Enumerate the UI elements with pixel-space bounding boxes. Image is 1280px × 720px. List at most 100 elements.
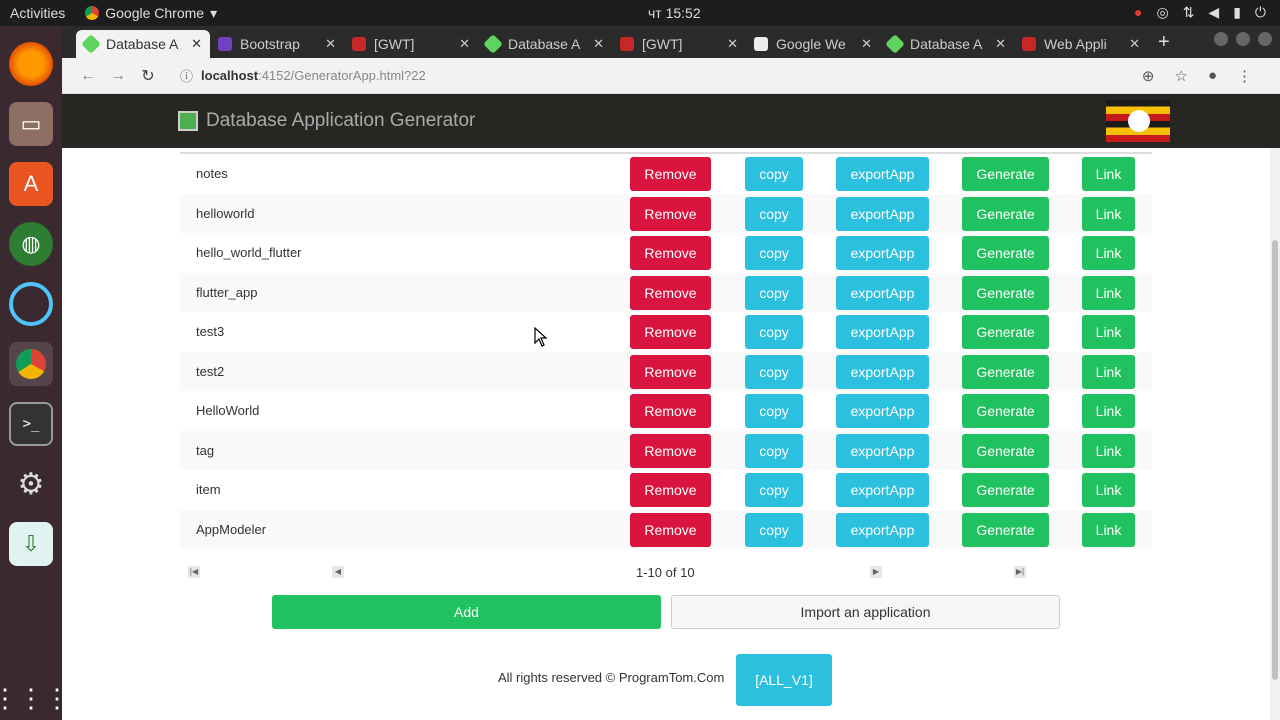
power-icon[interactable]: ⏻	[1255, 4, 1266, 21]
browser-tab[interactable]: [GWT] ✕	[344, 30, 478, 58]
browser-tab[interactable]: Web Appli ✕	[1014, 30, 1148, 58]
app-menu[interactable]: Google Chrome ▾	[85, 5, 217, 22]
system-tray[interactable]: ● ◎ ⇅ ◀ ▮ ⏻	[1134, 4, 1266, 21]
browser-tab[interactable]: Database A ✕	[478, 30, 612, 58]
close-icon[interactable]: ✕	[727, 36, 738, 52]
link-button[interactable]: Link	[1082, 236, 1135, 270]
close-icon[interactable]: ✕	[1129, 36, 1140, 52]
browser-tab[interactable]: Database A ✕	[880, 30, 1014, 58]
generate-button[interactable]: Generate	[962, 354, 1049, 389]
link-button[interactable]: Link	[1082, 512, 1135, 547]
link-button[interactable]: Link	[1082, 315, 1135, 349]
chrome-dock-icon[interactable]	[9, 342, 53, 386]
copy-button[interactable]: copy	[745, 196, 803, 231]
export-app-button[interactable]: exportApp	[836, 473, 929, 507]
firefox-icon[interactable]	[9, 42, 53, 86]
close-icon[interactable]: ✕	[995, 36, 1006, 52]
volume-icon[interactable]: ◀	[1208, 4, 1219, 21]
zoom-icon[interactable]: ⊕	[1142, 67, 1155, 85]
import-application-button[interactable]: Import an application	[671, 595, 1060, 629]
link-button[interactable]: Link	[1082, 354, 1135, 389]
export-app-button[interactable]: exportApp	[836, 236, 929, 270]
link-button[interactable]: Link	[1082, 196, 1135, 231]
export-app-button[interactable]: exportApp	[836, 315, 929, 349]
export-app-button[interactable]: exportApp	[836, 354, 929, 389]
close-icon[interactable]: ✕	[191, 36, 202, 52]
remove-button[interactable]: Remove	[630, 473, 711, 507]
maximize-icon[interactable]	[1236, 32, 1250, 46]
record-icon[interactable]: ●	[1134, 4, 1142, 21]
address-bar[interactable]: ⓘ localhost :4152/GeneratorApp.html?22	[180, 66, 426, 85]
close-icon[interactable]: ✕	[325, 36, 336, 52]
browser-tab[interactable]: [GWT] ✕	[612, 30, 746, 58]
link-button[interactable]: Link	[1082, 433, 1135, 468]
link-button[interactable]: Link	[1082, 157, 1135, 191]
close-icon[interactable]: ✕	[459, 36, 470, 52]
add-button[interactable]: Add	[272, 595, 661, 629]
copy-button[interactable]: copy	[745, 433, 803, 468]
settings-gear-icon[interactable]: ⚙	[9, 462, 53, 506]
remove-button[interactable]: Remove	[630, 275, 711, 310]
flag-icon[interactable]	[1106, 100, 1170, 142]
activities-button[interactable]: Activities	[10, 5, 65, 21]
copy-button[interactable]: copy	[745, 275, 803, 310]
remove-button[interactable]: Remove	[630, 354, 711, 389]
copy-button[interactable]: copy	[745, 157, 803, 191]
remove-button[interactable]: Remove	[630, 512, 711, 547]
close-window-icon[interactable]	[1258, 32, 1272, 46]
show-apps-icon[interactable]: ⋮⋮⋮	[0, 676, 70, 720]
forward-arrow-icon[interactable]: →	[104, 67, 132, 85]
remove-button[interactable]: Remove	[630, 157, 711, 191]
remove-button[interactable]: Remove	[630, 394, 711, 428]
generate-button[interactable]: Generate	[962, 315, 1049, 349]
browser-tab[interactable]: Database A ✕	[76, 30, 210, 58]
scrollbar[interactable]	[1270, 148, 1280, 720]
link-button[interactable]: Link	[1082, 275, 1135, 310]
generate-button[interactable]: Generate	[962, 433, 1049, 468]
info-icon[interactable]: ⓘ	[180, 66, 193, 85]
bookmark-star-icon[interactable]: ☆	[1174, 67, 1187, 85]
export-app-button[interactable]: exportApp	[836, 275, 929, 310]
copy-button[interactable]: copy	[745, 394, 803, 428]
clock[interactable]: чт 15:52	[648, 5, 701, 21]
remove-button[interactable]: Remove	[630, 236, 711, 270]
close-icon[interactable]: ✕	[593, 36, 604, 52]
remove-button[interactable]: Remove	[630, 196, 711, 231]
version-button[interactable]: [ALL_V1]	[736, 654, 832, 706]
generate-button[interactable]: Generate	[962, 236, 1049, 270]
generate-button[interactable]: Generate	[962, 196, 1049, 231]
app-generator-icon[interactable]: ⇩	[9, 522, 53, 566]
generate-button[interactable]: Generate	[962, 473, 1049, 507]
first-page-icon[interactable]: |◀	[188, 566, 200, 578]
terminal-icon[interactable]: >_	[9, 402, 53, 446]
export-app-button[interactable]: exportApp	[836, 196, 929, 231]
export-app-button[interactable]: exportApp	[836, 512, 929, 547]
next-page-icon[interactable]: ▶	[870, 566, 882, 578]
generate-button[interactable]: Generate	[962, 275, 1049, 310]
software-center-icon[interactable]: A	[9, 162, 53, 206]
remove-button[interactable]: Remove	[630, 315, 711, 349]
file-manager-icon[interactable]: ▭	[9, 102, 53, 146]
network-icon[interactable]: ⇅	[1183, 4, 1195, 21]
link-button[interactable]: Link	[1082, 473, 1135, 507]
generate-button[interactable]: Generate	[962, 512, 1049, 547]
profile-icon[interactable]: ●	[1208, 67, 1217, 85]
remove-button[interactable]: Remove	[630, 433, 711, 468]
new-tab-icon[interactable]: +	[1158, 31, 1170, 54]
scrollbar-thumb[interactable]	[1272, 240, 1278, 680]
reload-icon[interactable]: ↻	[134, 66, 162, 86]
generate-button[interactable]: Generate	[962, 157, 1049, 191]
close-icon[interactable]: ✕	[861, 36, 872, 52]
export-app-button[interactable]: exportApp	[836, 157, 929, 191]
globe-icon[interactable]: ◍	[9, 222, 53, 266]
menu-kebab-icon[interactable]: ⋮	[1237, 67, 1252, 85]
copy-button[interactable]: copy	[745, 236, 803, 270]
generate-button[interactable]: Generate	[962, 394, 1049, 428]
link-button[interactable]: Link	[1082, 394, 1135, 428]
browser-tab[interactable]: Google We ✕	[746, 30, 880, 58]
chrome-tray-icon[interactable]: ◎	[1156, 4, 1168, 21]
copy-button[interactable]: copy	[745, 473, 803, 507]
browser-tab[interactable]: Bootstrap ✕	[210, 30, 344, 58]
minimize-icon[interactable]	[1214, 32, 1228, 46]
last-page-icon[interactable]: ▶|	[1014, 566, 1026, 578]
